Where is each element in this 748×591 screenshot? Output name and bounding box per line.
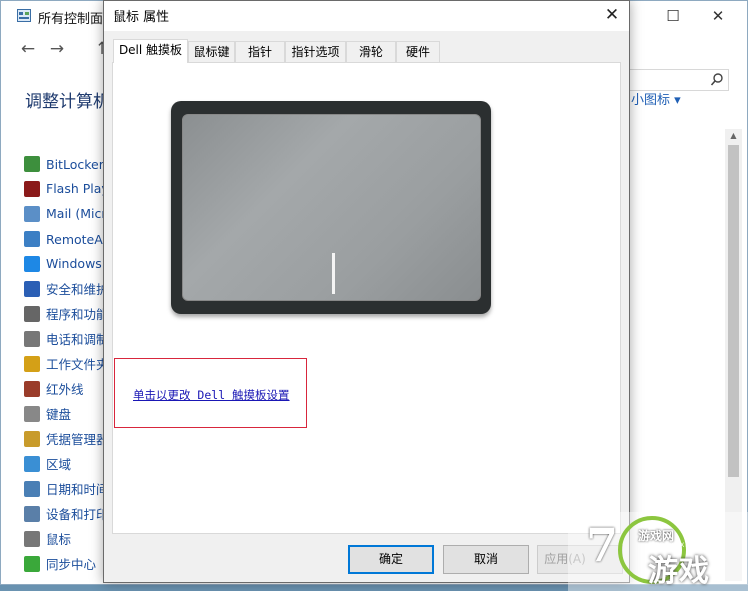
- cp-list-item-label: 安全和维护: [46, 282, 109, 297]
- view-by-dropdown[interactable]: 小图标 ▾: [631, 89, 681, 108]
- globe-icon: [24, 455, 40, 472]
- cp-list-item-label: 日期和时间: [46, 482, 109, 497]
- cp-list-item[interactable]: Mail (Microsoft Outlook): [24, 201, 114, 226]
- close-icon[interactable]: ✕: [599, 3, 625, 27]
- control-panel-icon: [17, 9, 31, 22]
- cancel-button[interactable]: 取消: [443, 545, 529, 574]
- cp-list-item[interactable]: 电话和调制解调器: [24, 326, 114, 351]
- cp-list-item-label: 凭据管理器: [46, 432, 109, 447]
- tab-pointer-options[interactable]: 指针选项: [285, 41, 346, 62]
- ok-button[interactable]: 确定: [348, 545, 434, 574]
- tab-mouse-keys[interactable]: 鼠标键: [188, 41, 235, 62]
- dell-touchpad-settings-link[interactable]: 单击以更改 Dell 触摸板设置: [133, 387, 290, 403]
- folder-icon: [24, 355, 40, 372]
- touchpad-scroll-indicator: [332, 253, 335, 294]
- flag-icon: [24, 280, 40, 297]
- search-input[interactable]: [629, 69, 729, 91]
- cp-list-item-label: 键盘: [46, 407, 72, 422]
- watermark-text: 游戏: [648, 554, 710, 589]
- highlight-box: 单击以更改 Dell 触摸板设置: [114, 358, 307, 428]
- cp-list-item[interactable]: 键盘: [24, 401, 114, 426]
- forward-arrow-icon[interactable]: →: [46, 38, 68, 60]
- credential-icon: [24, 430, 40, 447]
- tab-hardware[interactable]: 硬件: [396, 41, 440, 62]
- cp-list-item[interactable]: Windows To Go: [24, 251, 114, 276]
- programs-icon: [24, 305, 40, 322]
- mouse-icon: [24, 530, 40, 547]
- cp-list-item-label: 程序和功能: [46, 307, 109, 322]
- tab-dell-touchpad[interactable]: Dell 触摸板: [113, 39, 188, 63]
- search-icon: [710, 73, 723, 86]
- cp-list-item[interactable]: Flash Player: [24, 176, 114, 201]
- cp-list-item[interactable]: BitLocker 驱动器加密: [24, 151, 114, 176]
- cp-list-item[interactable]: 安全和维护: [24, 276, 114, 301]
- watermark-logo: 7 游戏网 7HAOYOUXIWANG 游戏: [568, 512, 748, 591]
- mail-icon: [24, 205, 40, 222]
- remoteapp-icon: [24, 230, 40, 247]
- phone-icon: [24, 330, 40, 347]
- printer-icon: [24, 505, 40, 522]
- cp-list-item[interactable]: 鼠标: [24, 526, 114, 551]
- control-panel-item-list: BitLocker 驱动器加密Flash PlayerMail (Microso…: [24, 151, 114, 576]
- cp-list-item[interactable]: 设备和打印机: [24, 501, 114, 526]
- touchpad-surface: [182, 114, 481, 301]
- dialog-title: 鼠标 属性: [113, 10, 170, 25]
- tab-wheel[interactable]: 滑轮: [346, 41, 396, 62]
- scroll-up-icon[interactable]: ▲: [725, 129, 742, 143]
- cp-list-item[interactable]: 日期和时间: [24, 476, 114, 501]
- cp-list-item[interactable]: RemoteApp 和桌面连接: [24, 226, 114, 251]
- tab-pointers[interactable]: 指针: [235, 41, 285, 62]
- cp-list-item-label: 鼠标: [46, 532, 72, 547]
- maximize-button[interactable]: ☐: [661, 5, 685, 27]
- cp-list-item-label: 工作文件夹: [46, 357, 109, 372]
- bitlocker-icon: [24, 155, 40, 172]
- cp-list-item[interactable]: 区域: [24, 451, 114, 476]
- cp-list-item[interactable]: 红外线: [24, 376, 114, 401]
- flash-icon: [24, 180, 40, 197]
- scrollbar-thumb[interactable]: [728, 145, 739, 477]
- dell-touchpad-panel: 单击以更改 Dell 触摸板设置: [112, 62, 621, 534]
- cp-list-item[interactable]: 同步中心: [24, 551, 114, 576]
- windows-icon: [24, 255, 40, 272]
- sync-icon: [24, 555, 40, 572]
- watermark-seven: 7: [586, 518, 619, 572]
- infrared-icon: [24, 380, 40, 397]
- cp-list-item[interactable]: 工作文件夹: [24, 351, 114, 376]
- cp-list-item[interactable]: 凭据管理器: [24, 426, 114, 451]
- cp-list-item[interactable]: 程序和功能: [24, 301, 114, 326]
- calendar-icon: [24, 480, 40, 497]
- dialog-titlebar: 鼠标 属性 ✕: [104, 1, 629, 31]
- cp-list-item-label: 同步中心: [46, 557, 97, 572]
- mouse-properties-dialog: 鼠标 属性 ✕ Dell 触摸板 鼠标键 指针 指针选项 滑轮 硬件 单击以更改…: [103, 0, 630, 583]
- touchpad-image[interactable]: [171, 101, 491, 314]
- keyboard-icon: [24, 405, 40, 422]
- back-arrow-icon[interactable]: ←: [17, 38, 39, 60]
- cp-close-button[interactable]: ✕: [706, 5, 730, 27]
- cp-list-item-label: 区域: [46, 457, 72, 472]
- cp-list-item-label: 红外线: [46, 382, 84, 397]
